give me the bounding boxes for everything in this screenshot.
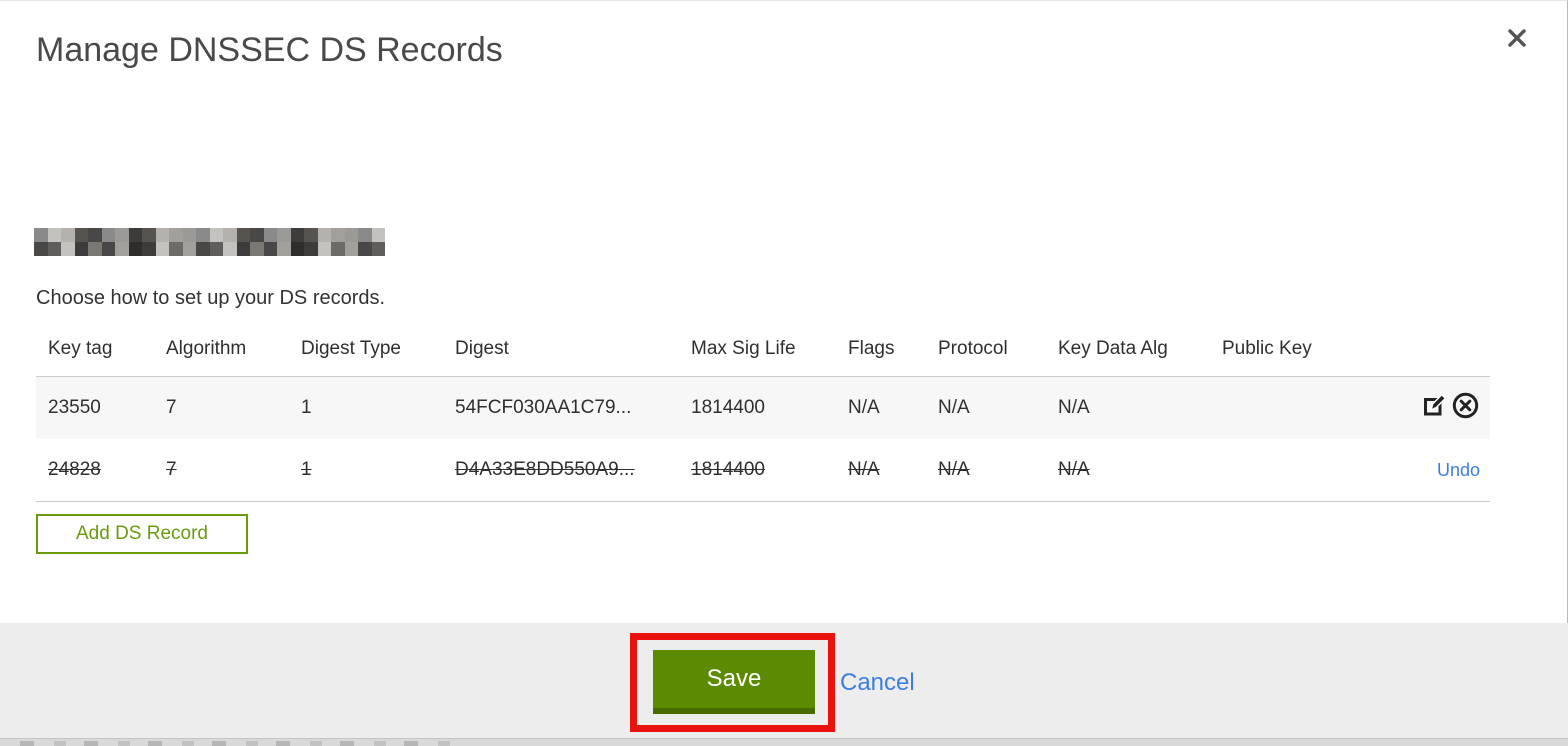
column-header: Key Data Alg: [1058, 338, 1168, 359]
table-row-active: 23550 7 1 54FCF030AA1C79... 1814400 N/A …: [36, 377, 1490, 439]
close-icon: [1505, 26, 1529, 55]
column-header: Public Key: [1222, 338, 1312, 359]
cell-max-sig-life: 1814400: [691, 459, 765, 480]
add-ds-record-button[interactable]: Add DS Record: [36, 514, 248, 554]
cell-protocol: N/A: [938, 397, 970, 418]
cancel-link[interactable]: Cancel: [840, 669, 915, 697]
save-button[interactable]: Save: [653, 650, 815, 714]
table-header-row: Key tag Algorithm Digest Type Digest Max…: [36, 331, 1490, 376]
close-button[interactable]: [1502, 25, 1532, 55]
cell-max-sig-life: 1814400: [691, 397, 765, 418]
delete-icon: [1451, 391, 1480, 426]
column-header: Key tag: [48, 338, 113, 359]
delete-record-button[interactable]: [1450, 391, 1480, 426]
ds-records-table: Key tag Algorithm Digest Type Digest Max…: [36, 331, 1490, 502]
dnssec-dialog: Manage DNSSEC DS Records Choose how to s…: [0, 0, 1568, 746]
cell-key-data-alg: N/A: [1058, 397, 1090, 418]
cell-key-data-alg: N/A: [1058, 459, 1090, 480]
cell-flags: N/A: [848, 459, 880, 480]
cell-protocol: N/A: [938, 459, 970, 480]
edit-record-button[interactable]: [1419, 393, 1449, 423]
column-header: Max Sig Life: [691, 338, 796, 359]
redacted-domain-name: [34, 228, 385, 256]
cell-digest-type: 1: [301, 397, 312, 418]
column-header: Digest Type: [301, 338, 401, 359]
cell-digest-type: 1: [301, 459, 312, 480]
background-page-edge: [0, 738, 1568, 746]
instruction-text: Choose how to set up your DS records.: [36, 287, 386, 309]
column-header: Algorithm: [166, 338, 247, 359]
column-header: Flags: [848, 338, 895, 359]
undo-link[interactable]: Undo: [1437, 460, 1480, 481]
table-row-deleted: 24828 7 1 D4A33E8DD550A9... 1814400 N/A …: [36, 439, 1490, 501]
cell-key-tag: 23550: [48, 397, 101, 418]
background-page-edge-marks: [20, 741, 460, 746]
cell-algorithm: 7: [166, 397, 177, 418]
cell-digest: 54FCF030AA1C79...: [455, 397, 632, 418]
annotation-highlight-box: Save: [630, 633, 835, 732]
edit-icon: [1421, 392, 1448, 425]
cell-key-tag: 24828: [48, 459, 101, 480]
page-title: Manage DNSSEC DS Records: [36, 31, 503, 69]
cell-digest: D4A33E8DD550A9...: [455, 459, 635, 480]
cell-flags: N/A: [848, 397, 880, 418]
dialog-footer: Save Cancel: [0, 623, 1568, 738]
column-header: Digest: [455, 338, 509, 359]
column-header: Protocol: [938, 338, 1008, 359]
cell-algorithm: 7: [166, 459, 177, 480]
